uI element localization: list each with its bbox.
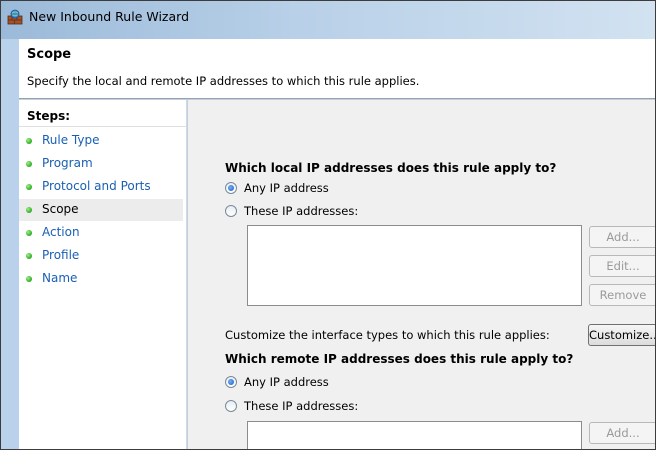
step-label[interactable]: Rule Type [42,133,100,147]
window-title: New Inbound Rule Wizard [29,9,189,24]
step-pending-icon [26,253,32,259]
scope-content: Which local IP addresses does this rule … [188,100,655,449]
local-add-button[interactable]: Add... [589,226,655,248]
step-pending-icon [26,230,32,236]
radio-label[interactable]: Any IP address [244,181,329,195]
step-complete-icon [26,161,32,167]
radio-label[interactable]: These IP addresses: [244,399,358,413]
local-ip-question: Which local IP addresses does this rule … [225,161,557,175]
title-bar[interactable]: New Inbound Rule Wizard [1,1,655,39]
steps-divider [19,126,187,127]
step-label[interactable]: Profile [42,248,79,262]
step-label[interactable]: Protocol and Ports [42,179,151,193]
radio-button[interactable] [225,182,237,194]
step-scope[interactable]: Scope [19,199,183,221]
step-program[interactable]: Program [19,153,183,175]
wizard-window: New Inbound Rule Wizard Scope Specify th… [0,0,656,450]
customize-button[interactable]: Customize... [588,324,655,346]
radio-button[interactable] [225,205,237,217]
firewall-icon [7,9,23,25]
step-complete-icon [26,184,32,190]
step-current-icon [26,207,32,213]
radio-label[interactable]: Any IP address [244,375,329,389]
step-profile[interactable]: Profile [19,245,183,267]
remote-ip-list[interactable] [247,421,582,449]
local-ip-list[interactable] [247,225,582,306]
steps-panel: Steps: Rule Type Program Protocol and Po… [19,100,187,449]
remote-add-button[interactable]: Add... [589,422,655,444]
local-edit-button[interactable]: Edit... [589,255,655,277]
radio-button[interactable] [225,400,237,412]
step-label[interactable]: Action [42,225,80,239]
steps-title: Steps: [27,109,71,123]
radio-label[interactable]: These IP addresses: [244,204,358,218]
customize-text: Customize the interface types to which t… [225,328,550,342]
step-rule-type[interactable]: Rule Type [19,130,183,152]
step-label[interactable]: Name [42,271,77,285]
step-label: Scope [42,202,79,216]
local-remove-button[interactable]: Remove [589,284,655,306]
step-action[interactable]: Action [19,222,183,244]
step-name[interactable]: Name [19,268,183,290]
step-protocol-and-ports[interactable]: Protocol and Ports [19,176,183,198]
step-complete-icon [26,138,32,144]
remote-ip-question: Which remote IP addresses does this rule… [225,352,574,366]
page-title: Scope [27,47,72,62]
page-header: Scope Specify the local and remote IP ad… [19,39,655,99]
step-label[interactable]: Program [42,156,93,170]
radio-button[interactable] [225,376,237,388]
step-pending-icon [26,276,32,282]
page-subtitle: Specify the local and remote IP addresse… [27,74,420,88]
